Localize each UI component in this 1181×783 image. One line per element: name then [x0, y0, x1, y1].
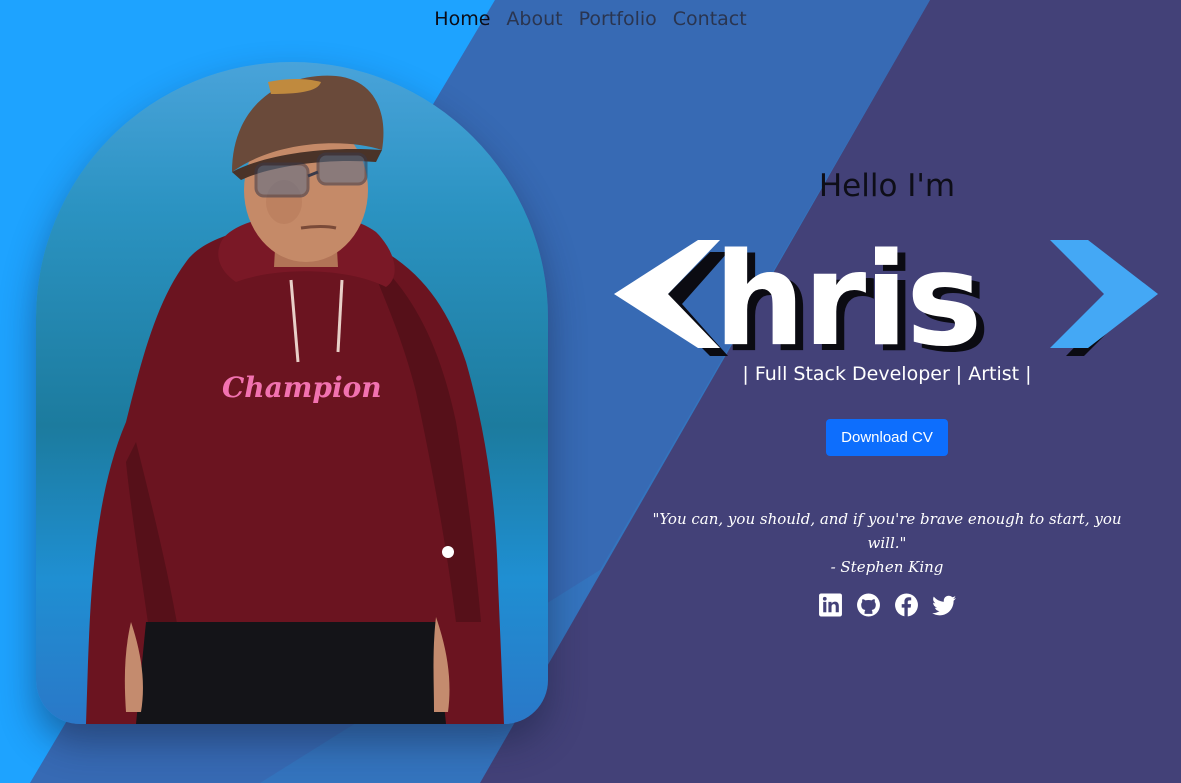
twitter-icon[interactable]: [932, 592, 957, 618]
nav-about[interactable]: About: [506, 4, 562, 34]
github-icon[interactable]: [856, 592, 881, 618]
logo-open-bracket: [614, 240, 720, 348]
nav-home[interactable]: Home: [434, 4, 490, 34]
main-nav: Home About Portfolio Contact: [0, 4, 1181, 34]
profile-photo: Champion: [86, 75, 504, 724]
name-logo: hris hris: [614, 234, 1158, 360]
hoodie-logo: Champion: [222, 371, 382, 404]
role-tagline: | Full Stack Developer | Artist |: [742, 363, 1032, 385]
download-cv-button[interactable]: Download CV: [826, 419, 948, 456]
nav-contact[interactable]: Contact: [673, 4, 747, 34]
logo-close-bracket: [1050, 240, 1158, 348]
social-links: [818, 592, 957, 618]
logo-name: hris: [714, 234, 980, 360]
nav-portfolio[interactable]: Portfolio: [579, 4, 657, 34]
facebook-icon[interactable]: [894, 592, 919, 618]
quote-text: "You can, you should, and if you're brav…: [652, 510, 1122, 552]
profile-photo-card: Champion: [36, 62, 548, 724]
greeting: Hello I'm: [818, 168, 956, 204]
quote-author: - Stephen King: [830, 558, 944, 576]
linkedin-icon[interactable]: [818, 592, 843, 618]
quote-block: "You can, you should, and if you're brav…: [640, 507, 1134, 579]
